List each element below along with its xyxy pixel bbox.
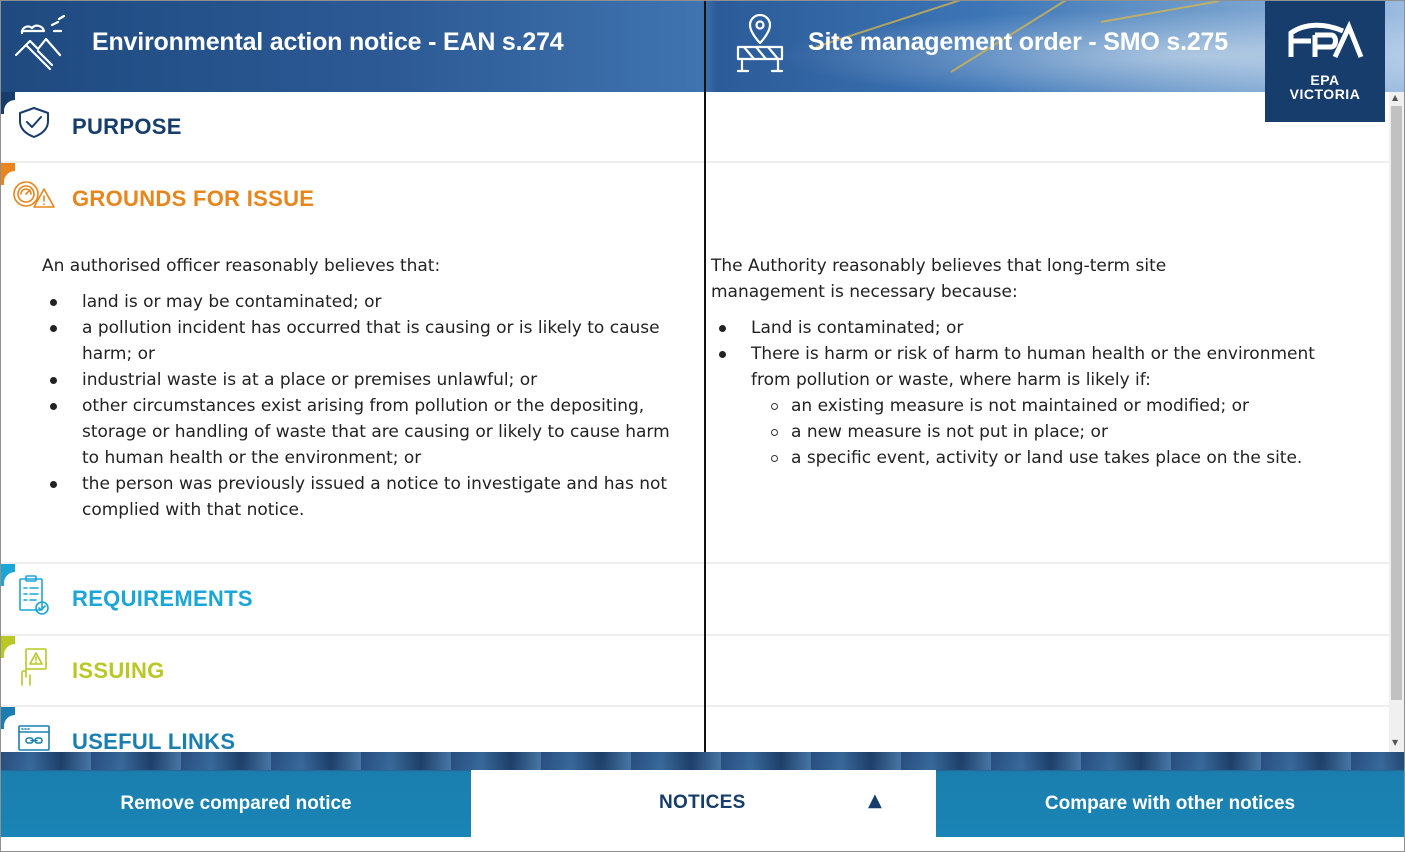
hand-warning-icon <box>18 647 50 691</box>
section-useful-links[interactable]: USEFUL LINKS <box>1 707 1389 752</box>
compare-with-other-notices-button[interactable]: Compare with other notices <box>936 770 1404 837</box>
list-item: industrial waste is at a place or premis… <box>50 367 692 393</box>
browser-link-icon <box>17 724 51 752</box>
sub-list-item: a new measure is not put in place; or <box>771 419 1341 445</box>
section-label: USEFUL LINKS <box>72 729 236 752</box>
vertical-scrollbar[interactable]: ▲ ▼ <box>1389 92 1404 752</box>
right-grounds-text: The Authority reasonably believes that l… <box>711 253 1341 471</box>
footer-bar: Remove compared notice NOTICES ▲ Compare… <box>1 752 1404 851</box>
section-label: ISSUING <box>72 658 165 683</box>
scroll-down-arrow[interactable]: ▼ <box>1392 738 1398 747</box>
list-item: a pollution incident has occurred that i… <box>50 315 692 367</box>
scroll-up-arrow[interactable]: ▲ <box>1392 93 1398 102</box>
list-item: There is harm or risk of harm to human h… <box>719 341 1341 471</box>
list-item: other circumstances exist arising from p… <box>50 393 692 471</box>
section-issuing[interactable]: ISSUING <box>1 636 1389 707</box>
shield-check-icon <box>15 105 53 143</box>
sub-list-item: a specific event, activity or land use t… <box>771 445 1341 471</box>
section-grounds-for-issue[interactable]: GROUNDS FOR ISSUE An authorised officer … <box>1 163 1389 564</box>
left-grounds-text: An authorised officer reasonably believe… <box>42 253 692 523</box>
list-item-text: There is harm or risk of harm to human h… <box>751 344 1315 390</box>
remove-compared-notice-button[interactable]: Remove compared notice <box>1 770 471 837</box>
scrollbar-thumb[interactable] <box>1391 106 1402 700</box>
section-requirements[interactable]: REQUIREMENTS <box>1 564 1389 636</box>
logo-line2: VICTORIA <box>1289 86 1361 102</box>
left-grounds-intro: An authorised officer reasonably believe… <box>42 256 441 276</box>
site-location-barrier-icon <box>734 13 786 79</box>
right-notice-title: Site management order - SMO s.275 <box>808 28 1228 56</box>
landscape-weather-icon <box>14 14 72 75</box>
epa-logo: EPA VICTORIA <box>1265 1 1385 122</box>
right-grounds-sublist: an existing measure is not maintained or… <box>751 393 1341 471</box>
chevron-up-icon: ▲ <box>868 790 882 811</box>
comparison-content: PURPOSE GROUNDS FOR ISSUE An authorised … <box>1 92 1389 752</box>
list-item: Land is contaminated; or <box>719 315 1341 341</box>
checklist-icon <box>17 574 51 620</box>
notices-label: NOTICES <box>659 792 746 813</box>
section-label: GROUNDS FOR ISSUE <box>72 186 315 211</box>
left-grounds-list: land is or may be contaminated; or a pol… <box>42 289 692 523</box>
section-label: PURPOSE <box>72 114 182 139</box>
section-label: REQUIREMENTS <box>72 586 253 611</box>
list-item: the person was previously issued a notic… <box>50 471 692 523</box>
epa-logo-mark <box>1288 20 1364 59</box>
warning-gauge-icon <box>12 179 56 215</box>
app-window: Environmental action notice - EAN s.274 … <box>0 0 1405 852</box>
notices-menu-button[interactable]: NOTICES ▲ <box>471 770 936 837</box>
column-divider <box>704 1 706 752</box>
section-purpose[interactable]: PURPOSE <box>1 92 1389 163</box>
left-notice-title: Environmental action notice - EAN s.274 <box>92 28 564 56</box>
sub-list-item: an existing measure is not maintained or… <box>771 393 1341 419</box>
list-item: land is or may be contaminated; or <box>50 289 692 315</box>
right-grounds-list: Land is contaminated; or There is harm o… <box>711 315 1341 471</box>
right-grounds-intro: The Authority reasonably believes that l… <box>711 256 1167 302</box>
header-banner: Environmental action notice - EAN s.274 … <box>1 1 1404 92</box>
